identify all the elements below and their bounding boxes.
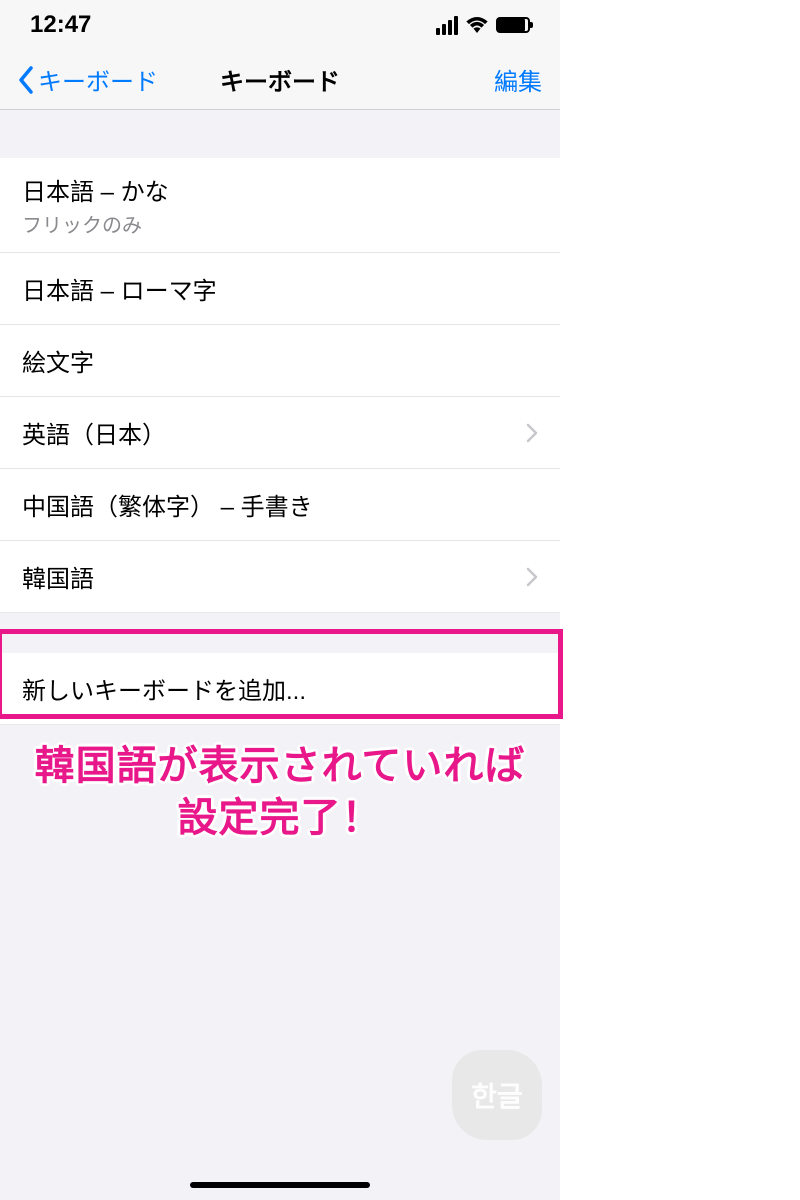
status-bar: 12:47 [0,0,560,50]
status-time: 12:47 [30,11,91,39]
back-label: キーボード [38,62,158,97]
status-icons [436,16,530,35]
section-spacer [0,613,560,653]
keyboard-title: 絵文字 [22,343,94,378]
keyboard-list: 日本語 – かな フリックのみ 日本語 – ローマ字 絵文字 英語（日本） 中国… [0,158,560,613]
keyboard-subtitle: フリックのみ [22,209,169,238]
list-item-korean[interactable]: 韓国語 [0,541,560,613]
watermark-logo: 한글 [452,1050,542,1140]
page-title: キーボード [220,62,340,97]
list-item[interactable]: 中国語（繁体字） – 手書き [0,469,560,541]
cellular-signal-icon [436,16,458,35]
nav-bar: キーボード キーボード 編集 [0,50,560,110]
right-margin [560,0,800,1200]
annotation-text: 韓国語が表示されていれば 設定完了！ [0,740,560,844]
annotation-line1: 韓国語が表示されていれば [0,740,560,792]
keyboard-title: 英語（日本） [22,415,166,450]
chevron-right-icon [526,567,538,587]
keyboard-title: 中国語（繁体字） – 手書き [22,487,313,522]
list-item[interactable]: 絵文字 [0,325,560,397]
chevron-left-icon [18,66,34,94]
battery-icon [496,17,530,33]
back-button[interactable]: キーボード [18,62,158,97]
list-item[interactable]: 日本語 – ローマ字 [0,253,560,325]
home-indicator[interactable] [190,1182,370,1188]
chevron-right-icon [526,423,538,443]
add-keyboard-section: 新しいキーボードを追加... [0,653,560,725]
add-keyboard-button[interactable]: 新しいキーボードを追加... [0,653,560,725]
annotation-line2: 設定完了！ [0,792,560,844]
add-keyboard-label: 新しいキーボードを追加... [22,671,306,706]
keyboard-title: 日本語 – ローマ字 [22,271,217,306]
keyboard-title: 韓国語 [22,559,94,594]
wifi-icon [466,17,488,33]
list-item[interactable]: 英語（日本） [0,397,560,469]
edit-button[interactable]: 編集 [494,62,542,97]
section-spacer [0,110,560,158]
keyboard-title: 日本語 – かな [22,172,169,207]
list-item[interactable]: 日本語 – かな フリックのみ [0,158,560,253]
